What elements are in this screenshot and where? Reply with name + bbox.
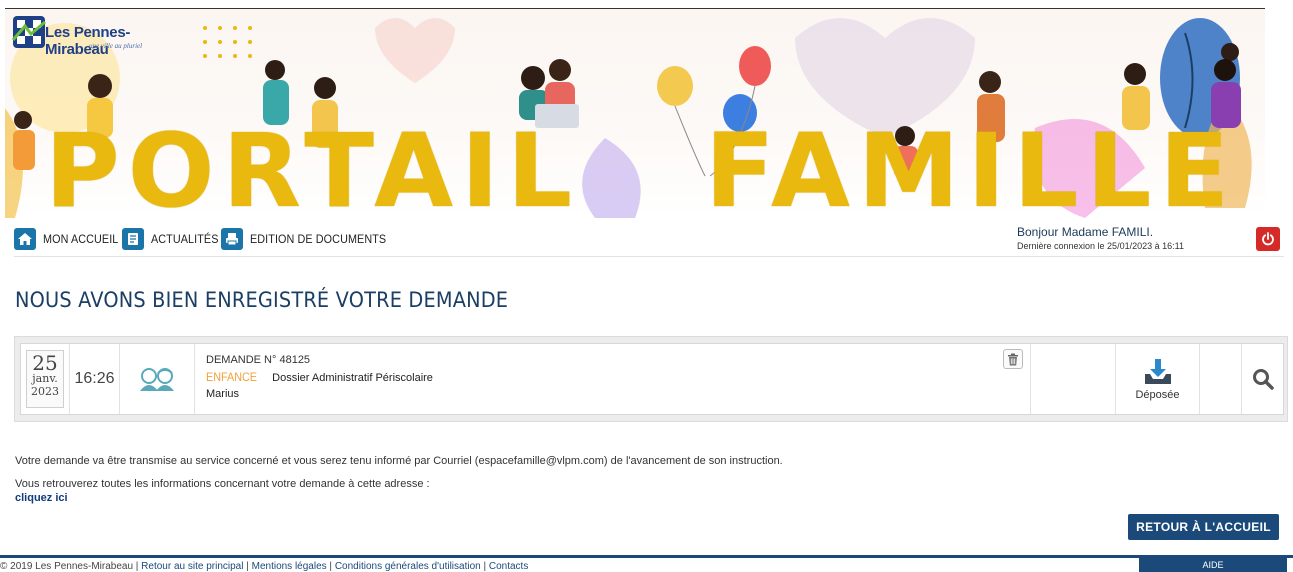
date-year: 2023 xyxy=(31,385,59,398)
nav-label: EDITION DE DOCUMENTS xyxy=(250,232,387,246)
download-tray-icon xyxy=(1144,358,1171,384)
request-description: Dossier Administratif Périscolaire xyxy=(272,372,433,384)
footer-link-terms[interactable]: Conditions générales d'utilisation xyxy=(335,561,481,572)
status-label: Déposée xyxy=(1135,388,1180,401)
request-card-container: 25 janv. 2023 16:26 DEMANDE N° 48125 ENF… xyxy=(14,336,1288,422)
date-month: janv. xyxy=(32,372,58,385)
news-icon xyxy=(122,228,144,250)
request-date: 25 janv. 2023 xyxy=(26,350,64,408)
home-icon xyxy=(14,228,36,250)
request-date-cell: 25 janv. 2023 xyxy=(21,344,70,414)
footer-divider xyxy=(0,555,1293,558)
city-crest-icon xyxy=(11,16,46,48)
banner-title: PORTAIL FAMILLE xyxy=(5,112,1265,219)
footer: © 2019 Les Pennes-Mirabeau | Retour au s… xyxy=(0,561,529,572)
search-icon xyxy=(1253,369,1274,390)
banner-word-famille: FAMILLE xyxy=(705,112,1238,219)
header-banner: Les Pennes-Mirabeau une ville au pluriel… xyxy=(5,8,1265,218)
request-spacer-cell xyxy=(1200,344,1242,414)
request-number: DEMANDE N° 48125 xyxy=(206,354,311,366)
request-child-name: Marius xyxy=(206,388,240,400)
nav-item-actualites[interactable]: ACTUALITÉS xyxy=(122,227,226,251)
request-spacer-cell xyxy=(1031,344,1116,414)
date-day: 25 xyxy=(32,351,58,375)
print-icon xyxy=(221,228,243,250)
request-details-link[interactable]: cliquez ici xyxy=(15,492,68,504)
nav-label: ACTUALITÉS xyxy=(151,232,219,246)
greeting-text: Bonjour Madame FAMILI. xyxy=(1017,225,1154,239)
request-family-cell xyxy=(120,344,195,414)
info-message: Vous retrouverez toutes les informations… xyxy=(15,478,430,490)
nav-item-mon-accueil[interactable]: MON ACCUEIL xyxy=(14,227,127,251)
help-button[interactable]: AIDE xyxy=(1139,558,1287,572)
power-icon xyxy=(1262,232,1274,246)
banner-top-divider xyxy=(5,8,1265,9)
main-nav: MON ACCUEIL ACTUALITÉS EDITION DE DOCUME… xyxy=(14,223,1284,257)
request-status: Déposée xyxy=(1116,344,1200,414)
confirmation-message: Votre demande va être transmise au servi… xyxy=(15,455,783,467)
banner-word-portail: PORTAIL xyxy=(45,112,580,219)
trash-icon xyxy=(1008,353,1018,365)
footer-link-main-site[interactable]: Retour au site principal xyxy=(141,561,243,572)
last-login-text: Dernière connexion le 25/01/2023 à 16:11 xyxy=(1017,241,1184,251)
footer-link-contacts[interactable]: Contacts xyxy=(489,561,528,572)
logout-button[interactable] xyxy=(1256,227,1280,251)
request-card: 25 janv. 2023 16:26 DEMANDE N° 48125 ENF… xyxy=(20,343,1284,415)
footer-link-legal[interactable]: Mentions légales xyxy=(252,561,327,572)
delete-request-button[interactable] xyxy=(1003,349,1023,369)
children-icon xyxy=(140,368,174,391)
page-title: NOUS AVONS BIEN ENREGISTRÉ VOTRE DEMANDE xyxy=(15,288,509,312)
logo[interactable]: Les Pennes-Mirabeau une ville au pluriel xyxy=(11,12,171,58)
footer-copyright: © 2019 Les Pennes-Mirabeau | xyxy=(0,561,142,572)
logo-tagline: une ville au pluriel xyxy=(89,42,143,50)
request-info: DEMANDE N° 48125 ENFANCE Dossier Adminis… xyxy=(195,344,1031,414)
logo-name: Les Pennes-Mirabeau xyxy=(45,24,131,58)
back-to-home-button[interactable]: RETOUR À L'ACCUEIL xyxy=(1128,514,1279,540)
user-greeting: Bonjour Madame FAMILI. Dernière connexio… xyxy=(1017,225,1184,251)
view-request-button[interactable] xyxy=(1242,344,1284,414)
request-category: ENFANCE xyxy=(206,370,258,384)
request-time: 16:26 xyxy=(70,344,120,414)
nav-item-edition-documents[interactable]: EDITION DE DOCUMENTS xyxy=(221,227,401,251)
nav-label: MON ACCUEIL xyxy=(43,232,119,246)
